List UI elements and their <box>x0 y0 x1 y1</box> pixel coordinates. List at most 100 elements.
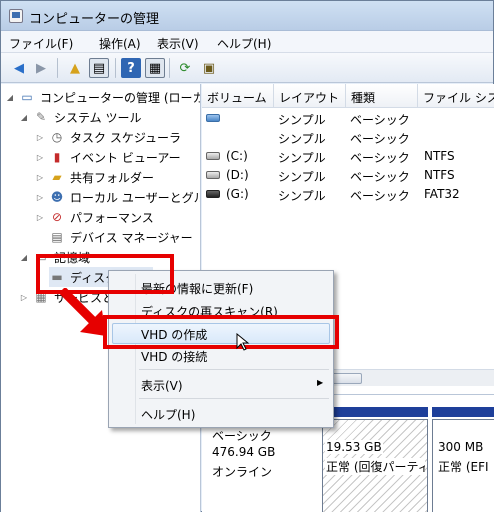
cell-volume: (G:) <box>226 187 249 201</box>
partition-header-bar <box>322 407 428 417</box>
partition-recovery[interactable]: 19.53 GB 正常 (回復パーティション) <box>322 419 428 512</box>
toolbar-separator <box>169 58 170 78</box>
cell-type: ベーシック <box>350 113 410 127</box>
tree-item-label: デバイス マネージャー <box>70 230 193 245</box>
annotation-arrow <box>58 288 106 336</box>
tree-item-performance[interactable]: ▷ ⊘ パフォーマンス <box>35 207 154 227</box>
clock-icon: ◷ <box>51 130 63 144</box>
menu-view[interactable]: 表示(V) <box>157 35 199 52</box>
cell-type: ベーシック <box>350 151 410 165</box>
menu-bar: ファイル(F) 操作(A) 表示(V) ヘルプ(H) <box>1 31 493 53</box>
refresh-icon[interactable]: ⟳ <box>175 58 195 78</box>
cell-layout: シンプル <box>278 132 326 146</box>
title-bar: コンピューターの管理 <box>1 1 493 31</box>
computer-icon: ▭ <box>21 90 33 104</box>
menu-gutter <box>135 274 136 424</box>
removable-drive-icon <box>206 190 220 198</box>
tree-item-label: タスク スケジューラ <box>70 130 181 145</box>
partition-status: 正常 (回復パーティション) <box>325 458 425 475</box>
partition-size: 19.53 GB <box>325 440 383 454</box>
partition-size: 300 MB <box>437 440 485 454</box>
console-tree-icon[interactable]: ▤ <box>89 58 109 78</box>
expand-arrow-icon[interactable]: ▷ <box>35 153 45 162</box>
collapse-arrow-icon[interactable]: ◢ <box>19 253 29 262</box>
table-row[interactable]: (D:) シンプル ベーシック NTFS <box>202 166 494 185</box>
column-header-type[interactable]: 種類 <box>346 84 418 108</box>
cell-volume: (D:) <box>226 168 249 182</box>
drive-icon <box>206 152 220 160</box>
tree-item-label: 共有フォルダー <box>70 170 155 185</box>
tree-item-label: システム ツール <box>54 110 142 125</box>
toolbar: ◀ ▶ ▲ ▤ ? ▦ ⟳ ▣ <box>1 53 493 83</box>
toolbar-separator <box>57 58 58 78</box>
disk-status: オンライン <box>212 465 273 479</box>
cell-filesystem: FAT32 <box>424 187 460 201</box>
help-icon[interactable]: ? <box>121 58 141 78</box>
up-folder-icon[interactable]: ▲ <box>65 58 85 78</box>
column-header-filesystem[interactable]: ファイル システム <box>418 84 494 108</box>
column-header-layout[interactable]: レイアウト <box>274 84 346 108</box>
window-title: コンピューターの管理 <box>29 12 160 27</box>
collapse-arrow-icon[interactable]: ◢ <box>19 113 29 122</box>
tree-item-label: ローカル ユーザーとグループ <box>70 190 200 205</box>
partition-status: 正常 (EFI <box>437 458 490 475</box>
disk-type: ベーシック <box>212 429 272 443</box>
tree-item-label: イベント ビューアー <box>70 150 181 165</box>
expand-arrow-icon[interactable]: ▷ <box>35 213 45 222</box>
tree-item-label: コンピューターの管理 (ローカル) <box>40 90 200 105</box>
tree-item-shared-folders[interactable]: ▷ ▰ 共有フォルダー <box>35 167 154 187</box>
forward-arrow-icon[interactable]: ▶ <box>31 58 51 78</box>
tools-icon: ✎ <box>35 110 47 124</box>
drive-icon <box>206 171 220 179</box>
tree-item-device-manager[interactable]: ▤ デバイス マネージャー <box>49 227 193 247</box>
users-icon: ☻ <box>50 190 64 204</box>
annotation-box-create-vhd <box>103 315 339 349</box>
menu-item-help[interactable]: ヘルプ(H) <box>141 403 195 423</box>
tree-item-event-viewer[interactable]: ▷ ▮ イベント ビューアー <box>35 147 181 167</box>
computer-management-icon <box>9 9 23 23</box>
tree-item-root[interactable]: ◢ ▭ コンピューターの管理 (ローカル) <box>5 87 200 107</box>
menu-separator <box>139 398 329 399</box>
back-arrow-icon[interactable]: ◀ <box>9 58 29 78</box>
table-row[interactable]: シンプル ベーシック <box>202 109 494 128</box>
expand-arrow-icon[interactable]: ▷ <box>35 193 45 202</box>
cell-layout: シンプル <box>278 113 326 127</box>
menu-item-view[interactable]: 表示(V) <box>141 374 321 394</box>
tree-item-label: パフォーマンス <box>70 210 154 225</box>
menu-help[interactable]: ヘルプ(H) <box>217 35 271 52</box>
table-row[interactable]: (G:) シンプル ベーシック FAT32 <box>202 185 494 204</box>
disk-size: 476.94 GB <box>212 445 276 459</box>
cell-filesystem: NTFS <box>424 149 455 163</box>
export-list-icon[interactable]: ▣ <box>199 58 219 78</box>
event-viewer-icon: ▮ <box>53 150 61 164</box>
cell-layout: シンプル <box>278 189 326 203</box>
device-manager-icon: ▤ <box>51 230 63 244</box>
volume-icon <box>206 114 220 122</box>
collapse-arrow-icon[interactable]: ◢ <box>5 93 15 102</box>
cell-layout: シンプル <box>278 151 326 165</box>
expand-arrow-icon[interactable]: ▷ <box>19 293 29 302</box>
menu-separator <box>139 369 329 370</box>
partition-header-bar <box>432 407 494 417</box>
column-header-volume[interactable]: ボリューム <box>202 84 274 108</box>
partition-efi[interactable]: 300 MB 正常 (EFI <box>432 419 494 512</box>
cell-volume: (C:) <box>226 149 248 163</box>
table-row[interactable]: シンプル ベーシック <box>202 128 494 147</box>
cell-filesystem: NTFS <box>424 168 455 182</box>
cell-layout: シンプル <box>278 170 326 184</box>
table-row[interactable]: (C:) シンプル ベーシック NTFS <box>202 147 494 166</box>
menu-action[interactable]: 操作(A) <box>99 35 141 52</box>
expand-arrow-icon[interactable]: ▷ <box>35 173 45 182</box>
tree-item-task-scheduler[interactable]: ▷ ◷ タスク スケジューラ <box>35 127 181 147</box>
menu-file[interactable]: ファイル(F) <box>9 35 73 52</box>
expand-arrow-icon[interactable]: ▷ <box>35 133 45 142</box>
performance-icon: ⊘ <box>51 210 63 224</box>
toolbar-separator <box>115 58 116 78</box>
cell-type: ベーシック <box>350 189 410 203</box>
mouse-cursor-icon <box>236 333 250 351</box>
properties-icon[interactable]: ▦ <box>145 58 165 78</box>
cell-type: ベーシック <box>350 170 410 184</box>
tree-item-local-users[interactable]: ▷ ☻ ローカル ユーザーとグループ <box>35 187 200 207</box>
cell-type: ベーシック <box>350 132 410 146</box>
tree-item-system-tools[interactable]: ◢ ✎ システム ツール <box>19 107 142 127</box>
